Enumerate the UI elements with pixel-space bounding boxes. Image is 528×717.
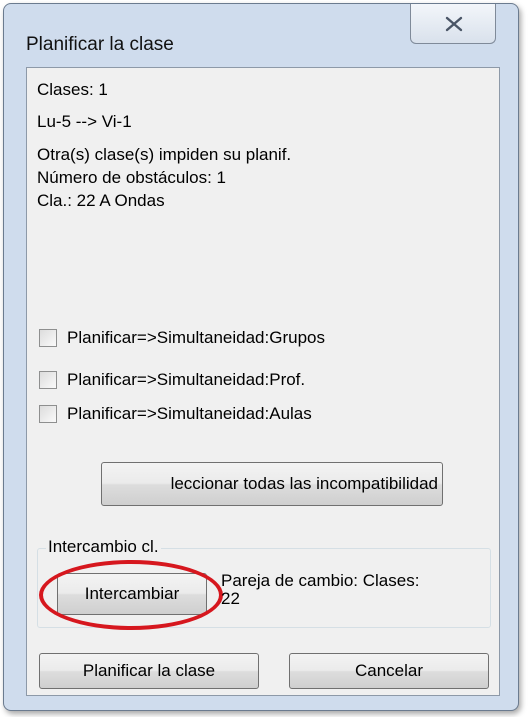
classes-count: Clases: 1	[37, 80, 108, 99]
close-button[interactable]	[410, 4, 496, 44]
swap-pair-line: Pareja de cambio: Clases:	[221, 571, 420, 590]
move-text: Lu-5 --> Vi-1	[37, 112, 132, 131]
select-all-incompatibilities-button[interactable]: leccionar todas las incompatibilidad	[101, 462, 443, 506]
option-label: Planificar=>Simultaneidad:Aulas	[67, 404, 312, 423]
swap-pair-value: 22	[221, 589, 240, 608]
checkbox-prof[interactable]	[39, 371, 57, 389]
option-simultaneidad-aulas[interactable]: Planificar=>Simultaneidad:Aulas	[39, 401, 312, 427]
reason-text: Otra(s) clase(s) impiden su planif.	[37, 145, 292, 164]
option-simultaneidad-prof[interactable]: Planificar=>Simultaneidad:Prof.	[39, 367, 305, 393]
obstacles-count: Número de obstáculos: 1	[37, 168, 226, 187]
close-icon	[445, 16, 463, 32]
option-label: Planificar=>Simultaneidad:Prof.	[67, 370, 306, 389]
option-label: Planificar=>Simultaneidad:Grupos	[67, 328, 325, 347]
highlight-ellipse	[39, 560, 223, 630]
select-all-label: leccionar todas las incompatibilidad	[170, 474, 438, 493]
class-reference: Cla.: 22 A Ondas	[37, 191, 165, 210]
exchange-group-legend: Intercambio cl.	[46, 537, 161, 557]
option-simultaneidad-grupos[interactable]: Planificar=>Simultaneidad:Grupos	[39, 325, 325, 351]
checkbox-aulas[interactable]	[39, 405, 57, 423]
dialog-title: Planificar la clase	[26, 34, 174, 55]
dialog-content: Clases: 1 Lu-5 --> Vi-1 Otra(s) clase(s)…	[26, 67, 500, 696]
plan-class-button[interactable]: Planificar la clase	[39, 653, 259, 689]
dialog-window: Planificar la clase Clases: 1 Lu-5 --> V…	[3, 3, 519, 711]
checkbox-grupos[interactable]	[39, 329, 57, 347]
cancel-button[interactable]: Cancelar	[289, 653, 489, 689]
swap-pair-info: Pareja de cambio: Clases: 22	[221, 572, 419, 608]
title-bar[interactable]: Planificar la clase	[4, 4, 518, 56]
